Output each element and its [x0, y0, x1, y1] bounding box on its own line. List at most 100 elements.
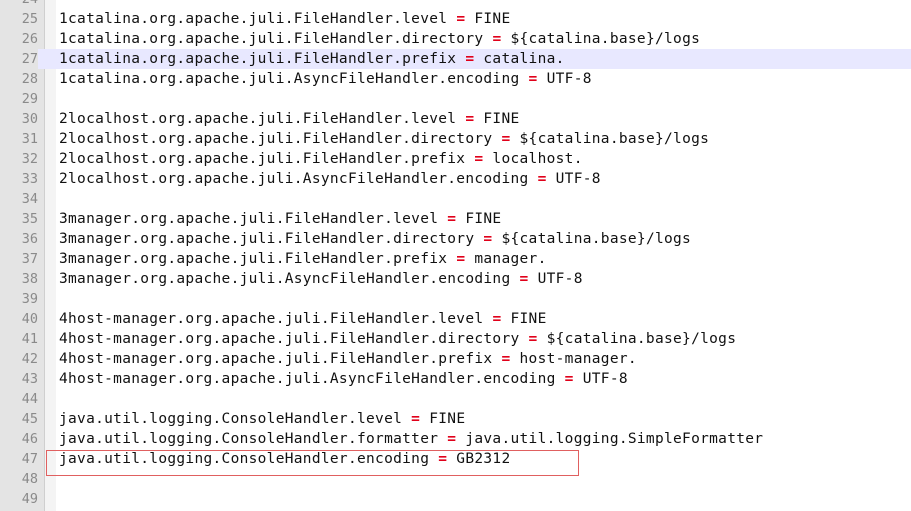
property-key: 4host-manager.org.apache.juli.FileHandle… — [59, 351, 502, 367]
code-text[interactable]: 1catalina.org.apache.juli.FileHandler.di… — [59, 29, 700, 49]
editor-line[interactable]: 40 4host-manager.org.apache.juli.FileHand… — [0, 309, 911, 329]
editor-line[interactable]: 42 4host-manager.org.apache.juli.FileHand… — [0, 349, 911, 369]
property-value: localhost. — [483, 151, 583, 167]
editor-line[interactable]: 25 1catalina.org.apache.juli.FileHandler.… — [0, 9, 911, 29]
line-number: 36 — [21, 231, 38, 247]
property-value: GB2312 — [447, 451, 511, 467]
line-number: 45 — [21, 411, 38, 427]
line-number: 29 — [21, 91, 38, 107]
property-key: 1catalina.org.apache.juli.FileHandler.le… — [59, 11, 457, 27]
property-key: 3manager.org.apache.juli.AsyncFileHandle… — [59, 271, 520, 287]
line-number: 40 — [21, 311, 38, 327]
code-text[interactable]: 4host-manager.org.apache.juli.FileHandle… — [59, 329, 736, 349]
editor-line[interactable]: 39 — [0, 289, 911, 309]
code-text[interactable]: java.util.logging.ConsoleHandler.encodin… — [59, 449, 511, 469]
editor-line[interactable]: 36 3manager.org.apache.juli.FileHandler.d… — [0, 229, 911, 249]
editor-line[interactable]: 45 java.util.logging.ConsoleHandler.level… — [0, 409, 911, 429]
property-key: 4host-manager.org.apache.juli.FileHandle… — [59, 331, 529, 347]
code-editor[interactable]: 24 25 1catalina.org.apache.juli.FileHandle… — [0, 0, 911, 511]
editor-line[interactable]: 27 1catalina.org.apache.juli.FileHandler.… — [0, 49, 911, 69]
editor-line[interactable]: 29 — [0, 89, 911, 109]
property-value: UTF-8 — [537, 71, 592, 87]
property-value: ${catalina.base}/logs — [510, 131, 710, 147]
property-value: UTF-8 — [528, 271, 583, 287]
code-text[interactable]: 3manager.org.apache.juli.FileHandler.dir… — [59, 229, 691, 249]
property-value: FINE — [456, 211, 502, 227]
line-number: 30 — [21, 111, 38, 127]
editor-line[interactable]: 34 — [0, 189, 911, 209]
property-value: UTF-8 — [573, 371, 628, 387]
code-text[interactable]: 3manager.org.apache.juli.AsyncFileHandle… — [59, 269, 583, 289]
editor-line[interactable]: 31 2localhost.org.apache.juli.FileHandler… — [0, 129, 911, 149]
assignment-operator: = — [447, 431, 457, 447]
code-text[interactable]: 1catalina.org.apache.juli.FileHandler.le… — [59, 9, 511, 29]
line-number: 44 — [21, 391, 38, 407]
code-text[interactable]: 1catalina.org.apache.juli.FileHandler.pr… — [59, 49, 565, 69]
editor-line[interactable]: 47 java.util.logging.ConsoleHandler.encod… — [0, 449, 911, 469]
editor-line[interactable]: 44 — [0, 389, 911, 409]
property-value: FINE — [501, 311, 547, 327]
editor-line[interactable]: 46 java.util.logging.ConsoleHandler.forma… — [0, 429, 911, 449]
line-number: 28 — [21, 71, 38, 87]
editor-line[interactable]: 37 3manager.org.apache.juli.FileHandler.p… — [0, 249, 911, 269]
editor-line[interactable]: 24 — [0, 0, 911, 9]
property-key: 4host-manager.org.apache.juli.FileHandle… — [59, 311, 493, 327]
line-number: 39 — [21, 291, 38, 307]
code-text[interactable]: 2localhost.org.apache.juli.FileHandler.p… — [59, 149, 583, 169]
line-number: 42 — [21, 351, 38, 367]
assignment-operator: = — [456, 11, 466, 27]
assignment-operator: = — [519, 271, 529, 287]
property-value: UTF-8 — [546, 171, 601, 187]
line-number: 26 — [21, 31, 38, 47]
property-key: java.util.logging.ConsoleHandler.level — [59, 411, 412, 427]
property-value: ${catalina.base}/logs — [492, 231, 692, 247]
editor-line[interactable]: 30 2localhost.org.apache.juli.FileHandler… — [0, 109, 911, 129]
line-number: 47 — [21, 451, 38, 467]
assignment-operator: = — [501, 131, 511, 147]
property-value: FINE — [465, 11, 511, 27]
property-key: 1catalina.org.apache.juli.FileHandler.pr… — [59, 51, 466, 67]
property-value: FINE — [420, 411, 466, 427]
line-number: 25 — [21, 11, 38, 27]
editor-line[interactable]: 35 3manager.org.apache.juli.FileHandler.l… — [0, 209, 911, 229]
assignment-operator: = — [411, 411, 421, 427]
line-number: 34 — [21, 191, 38, 207]
code-text[interactable]: 3manager.org.apache.juli.FileHandler.pre… — [59, 249, 547, 269]
editor-line[interactable]: 43 4host-manager.org.apache.juli.AsyncFil… — [0, 369, 911, 389]
editor-line[interactable]: 26 1catalina.org.apache.juli.FileHandler.… — [0, 29, 911, 49]
line-number: 49 — [21, 491, 38, 507]
line-number: 24 — [0, 0, 38, 9]
assignment-operator: = — [447, 211, 457, 227]
editor-line[interactable]: 49 — [0, 489, 911, 509]
code-text[interactable]: 1catalina.org.apache.juli.AsyncFileHandl… — [59, 69, 592, 89]
code-text[interactable]: java.util.logging.ConsoleHandler.formatt… — [59, 429, 763, 449]
property-value: ${catalina.base}/logs — [501, 31, 701, 47]
line-number: 32 — [21, 151, 38, 167]
editor-lines[interactable]: 24 25 1catalina.org.apache.juli.FileHandle… — [0, 0, 911, 509]
line-number: 43 — [21, 371, 38, 387]
code-text[interactable]: 3manager.org.apache.juli.FileHandler.lev… — [59, 209, 501, 229]
editor-line[interactable]: 33 2localhost.org.apache.juli.AsyncFileHa… — [0, 169, 911, 189]
line-number: 41 — [21, 331, 38, 347]
editor-line[interactable]: 32 2localhost.org.apache.juli.FileHandler… — [0, 149, 911, 169]
editor-line[interactable]: 48 — [0, 469, 911, 489]
line-number: 31 — [21, 131, 38, 147]
code-text[interactable]: 4host-manager.org.apache.juli.AsyncFileH… — [59, 369, 628, 389]
code-text[interactable]: 4host-manager.org.apache.juli.FileHandle… — [59, 309, 547, 329]
code-text[interactable]: 4host-manager.org.apache.juli.FileHandle… — [59, 349, 637, 369]
code-text[interactable]: java.util.logging.ConsoleHandler.level =… — [59, 409, 465, 429]
assignment-operator: = — [438, 451, 448, 467]
code-text[interactable]: 2localhost.org.apache.juli.FileHandler.l… — [59, 109, 520, 129]
code-text[interactable]: 2localhost.org.apache.juli.FileHandler.d… — [59, 129, 709, 149]
line-number: 37 — [21, 251, 38, 267]
property-key: 1catalina.org.apache.juli.FileHandler.di… — [59, 31, 493, 47]
property-value: host-manager. — [510, 351, 637, 367]
property-key: 1catalina.org.apache.juli.AsyncFileHandl… — [59, 71, 529, 87]
property-key: 3manager.org.apache.juli.FileHandler.pre… — [59, 251, 457, 267]
property-key: 2localhost.org.apache.juli.FileHandler.p… — [59, 151, 475, 167]
code-text[interactable]: 2localhost.org.apache.juli.AsyncFileHand… — [59, 169, 601, 189]
editor-line[interactable]: 38 3manager.org.apache.juli.AsyncFileHand… — [0, 269, 911, 289]
editor-line[interactable]: 41 4host-manager.org.apache.juli.FileHand… — [0, 329, 911, 349]
property-key: 2localhost.org.apache.juli.FileHandler.d… — [59, 131, 502, 147]
editor-line[interactable]: 28 1catalina.org.apache.juli.AsyncFileHan… — [0, 69, 911, 89]
